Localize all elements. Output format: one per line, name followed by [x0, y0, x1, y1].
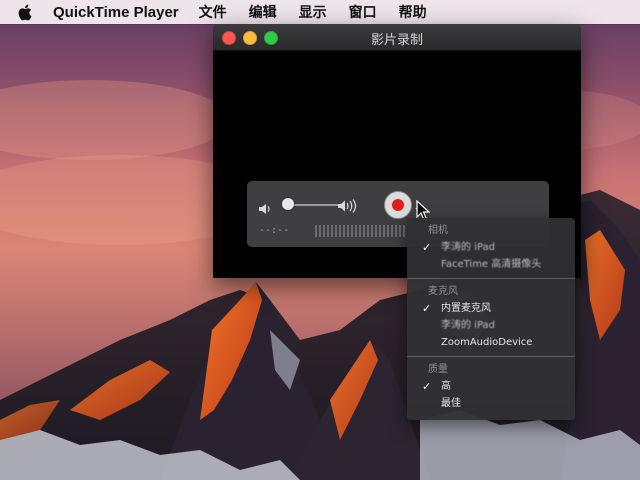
menu-separator	[407, 278, 575, 279]
record-dot-icon	[392, 199, 404, 211]
menu-item-label: 李涛的 iPad	[441, 320, 496, 331]
camera-section-header: 相机	[428, 225, 448, 236]
desktop: QuickTime Player 文件 编辑 显示 窗口 帮助 影片录制 --:…	[0, 0, 640, 480]
menu-item-label: FaceTime 高清摄像头	[441, 259, 542, 270]
recording-options-menu: 相机 ✓ 李涛的 iPad FaceTime 高清摄像头 麦克风 ✓ 内置麦克风…	[407, 218, 575, 420]
camera-option-ipad[interactable]: ✓ 李涛的 iPad	[407, 239, 575, 256]
recording-time-readout: --:--	[259, 225, 290, 236]
window-titlebar[interactable]: 影片录制	[213, 24, 581, 51]
microphone-option-zoom[interactable]: ZoomAudioDevice	[407, 334, 575, 351]
microphone-section-header: 麦克风	[428, 286, 458, 297]
menu-item-label: 最佳	[441, 398, 461, 409]
menu-edit[interactable]: 编辑	[249, 2, 277, 22]
record-button[interactable]	[384, 191, 412, 219]
menu-separator	[407, 356, 575, 357]
menu-item-label: ZoomAudioDevice	[441, 337, 533, 348]
menu-item-label: 李涛的 iPad	[441, 242, 496, 253]
menu-app-name[interactable]: QuickTime Player	[53, 4, 179, 21]
menu-file[interactable]: 文件	[199, 2, 227, 22]
checkmark-icon: ✓	[422, 241, 432, 254]
menu-help[interactable]: 帮助	[399, 2, 427, 22]
quality-section: 质量 ✓ 高 最佳	[407, 362, 575, 412]
microphone-option-builtin[interactable]: ✓ 内置麦克风	[407, 300, 575, 317]
camera-option-facetime[interactable]: FaceTime 高清摄像头	[407, 256, 575, 273]
volume-high-icon	[338, 198, 362, 217]
menu-item-label: 高	[441, 381, 451, 392]
window-title: 影片录制	[370, 33, 423, 48]
volume-slider-knob[interactable]	[282, 198, 294, 210]
quality-option-high[interactable]: ✓ 高	[407, 378, 575, 395]
checkmark-icon: ✓	[422, 380, 432, 393]
menu-window[interactable]: 窗口	[349, 2, 377, 22]
camera-section: 相机 ✓ 李涛的 iPad FaceTime 高清摄像头	[407, 223, 575, 273]
menu-view[interactable]: 显示	[299, 2, 327, 22]
volume-low-icon	[259, 200, 273, 219]
checkmark-icon: ✓	[422, 302, 432, 315]
menu-item-label: 内置麦克风	[441, 303, 491, 314]
quality-section-header: 质量	[428, 364, 448, 375]
microphone-option-ipad[interactable]: 李涛的 iPad	[407, 317, 575, 334]
audio-level-meter	[315, 225, 407, 237]
quality-option-best[interactable]: 最佳	[407, 395, 575, 412]
apple-logo-icon[interactable]	[17, 3, 33, 21]
microphone-section: 麦克风 ✓ 内置麦克风 李涛的 iPad ZoomAudioDevice	[407, 284, 575, 351]
menu-bar: QuickTime Player 文件 编辑 显示 窗口 帮助	[0, 0, 640, 24]
